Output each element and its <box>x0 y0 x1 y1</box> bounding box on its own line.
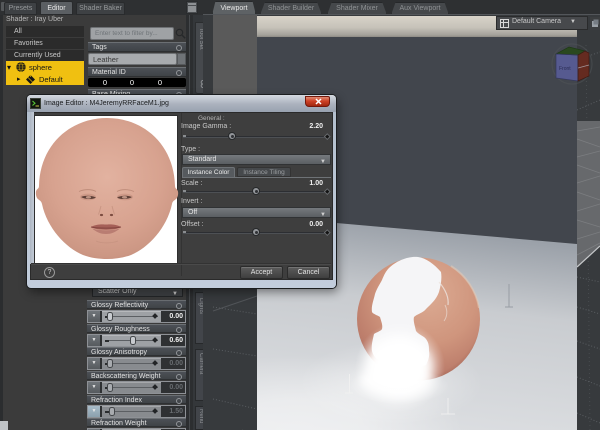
svg-text:Front: Front <box>559 66 571 72</box>
